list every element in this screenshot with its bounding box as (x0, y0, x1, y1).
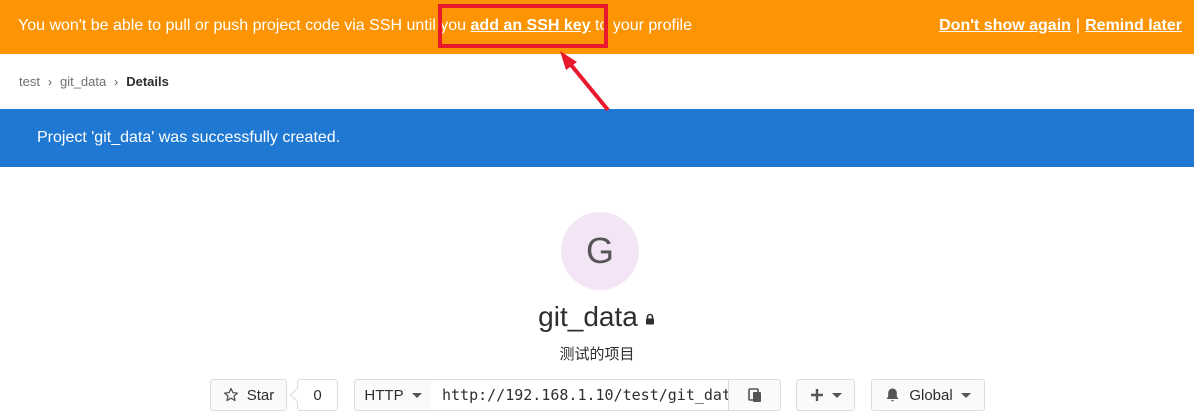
star-button[interactable]: Star (210, 379, 287, 411)
chevron-right-icon: › (114, 75, 119, 89)
chevron-right-icon: › (47, 75, 52, 89)
caret-down-icon (411, 392, 422, 398)
project-name: git_data (538, 301, 638, 332)
notification-level-label: Global (909, 386, 953, 404)
copy-url-button[interactable] (728, 379, 781, 411)
star-label: Star (246, 386, 275, 404)
ssh-warning-prefix: You won't be able to pull or push projec… (18, 17, 471, 34)
clipboard-icon (747, 388, 761, 402)
star-count[interactable]: 0 (297, 379, 338, 411)
notification-dropdown[interactable]: Global (871, 379, 985, 411)
caret-down-icon (960, 392, 971, 398)
banner-actions: Don't show again | Remind later (939, 17, 1182, 35)
add-ssh-key-link[interactable]: add an SSH key (471, 17, 591, 34)
breadcrumb: test › git_data › Details (19, 74, 169, 89)
ssh-warning-message: You won't be able to pull or push projec… (18, 17, 692, 35)
remind-later-link[interactable]: Remind later (1085, 17, 1182, 34)
dont-show-again-link[interactable]: Don't show again (939, 17, 1071, 34)
breadcrumb-item-git-data[interactable]: git_data (60, 74, 106, 89)
project-description: 测试的项目 (559, 346, 635, 363)
star-icon (223, 387, 238, 402)
breadcrumb-item-details[interactable]: Details (126, 74, 169, 89)
clone-url-input[interactable] (431, 379, 729, 411)
caret-down-icon (831, 392, 842, 398)
ssh-key-warning-banner: You won't be able to pull or push projec… (0, 0, 1194, 54)
clone-protocol-dropdown[interactable]: HTTP (354, 379, 432, 411)
lock-icon (644, 300, 656, 325)
add-new-dropdown[interactable] (796, 379, 855, 411)
ssh-warning-suffix: to your profile (590, 17, 692, 34)
project-created-alert: Project 'git_data' was successfully crea… (0, 109, 1194, 167)
breadcrumb-item-test[interactable]: test (19, 74, 40, 89)
project-avatar: G (561, 212, 639, 290)
clone-protocol-label: HTTP (364, 386, 404, 404)
banner-separator: | (1075, 17, 1081, 34)
bell-icon (886, 388, 899, 402)
project-title-row: git_data (0, 300, 1194, 333)
alert-message: Project 'git_data' was successfully crea… (37, 129, 341, 146)
plus-icon (810, 389, 823, 401)
